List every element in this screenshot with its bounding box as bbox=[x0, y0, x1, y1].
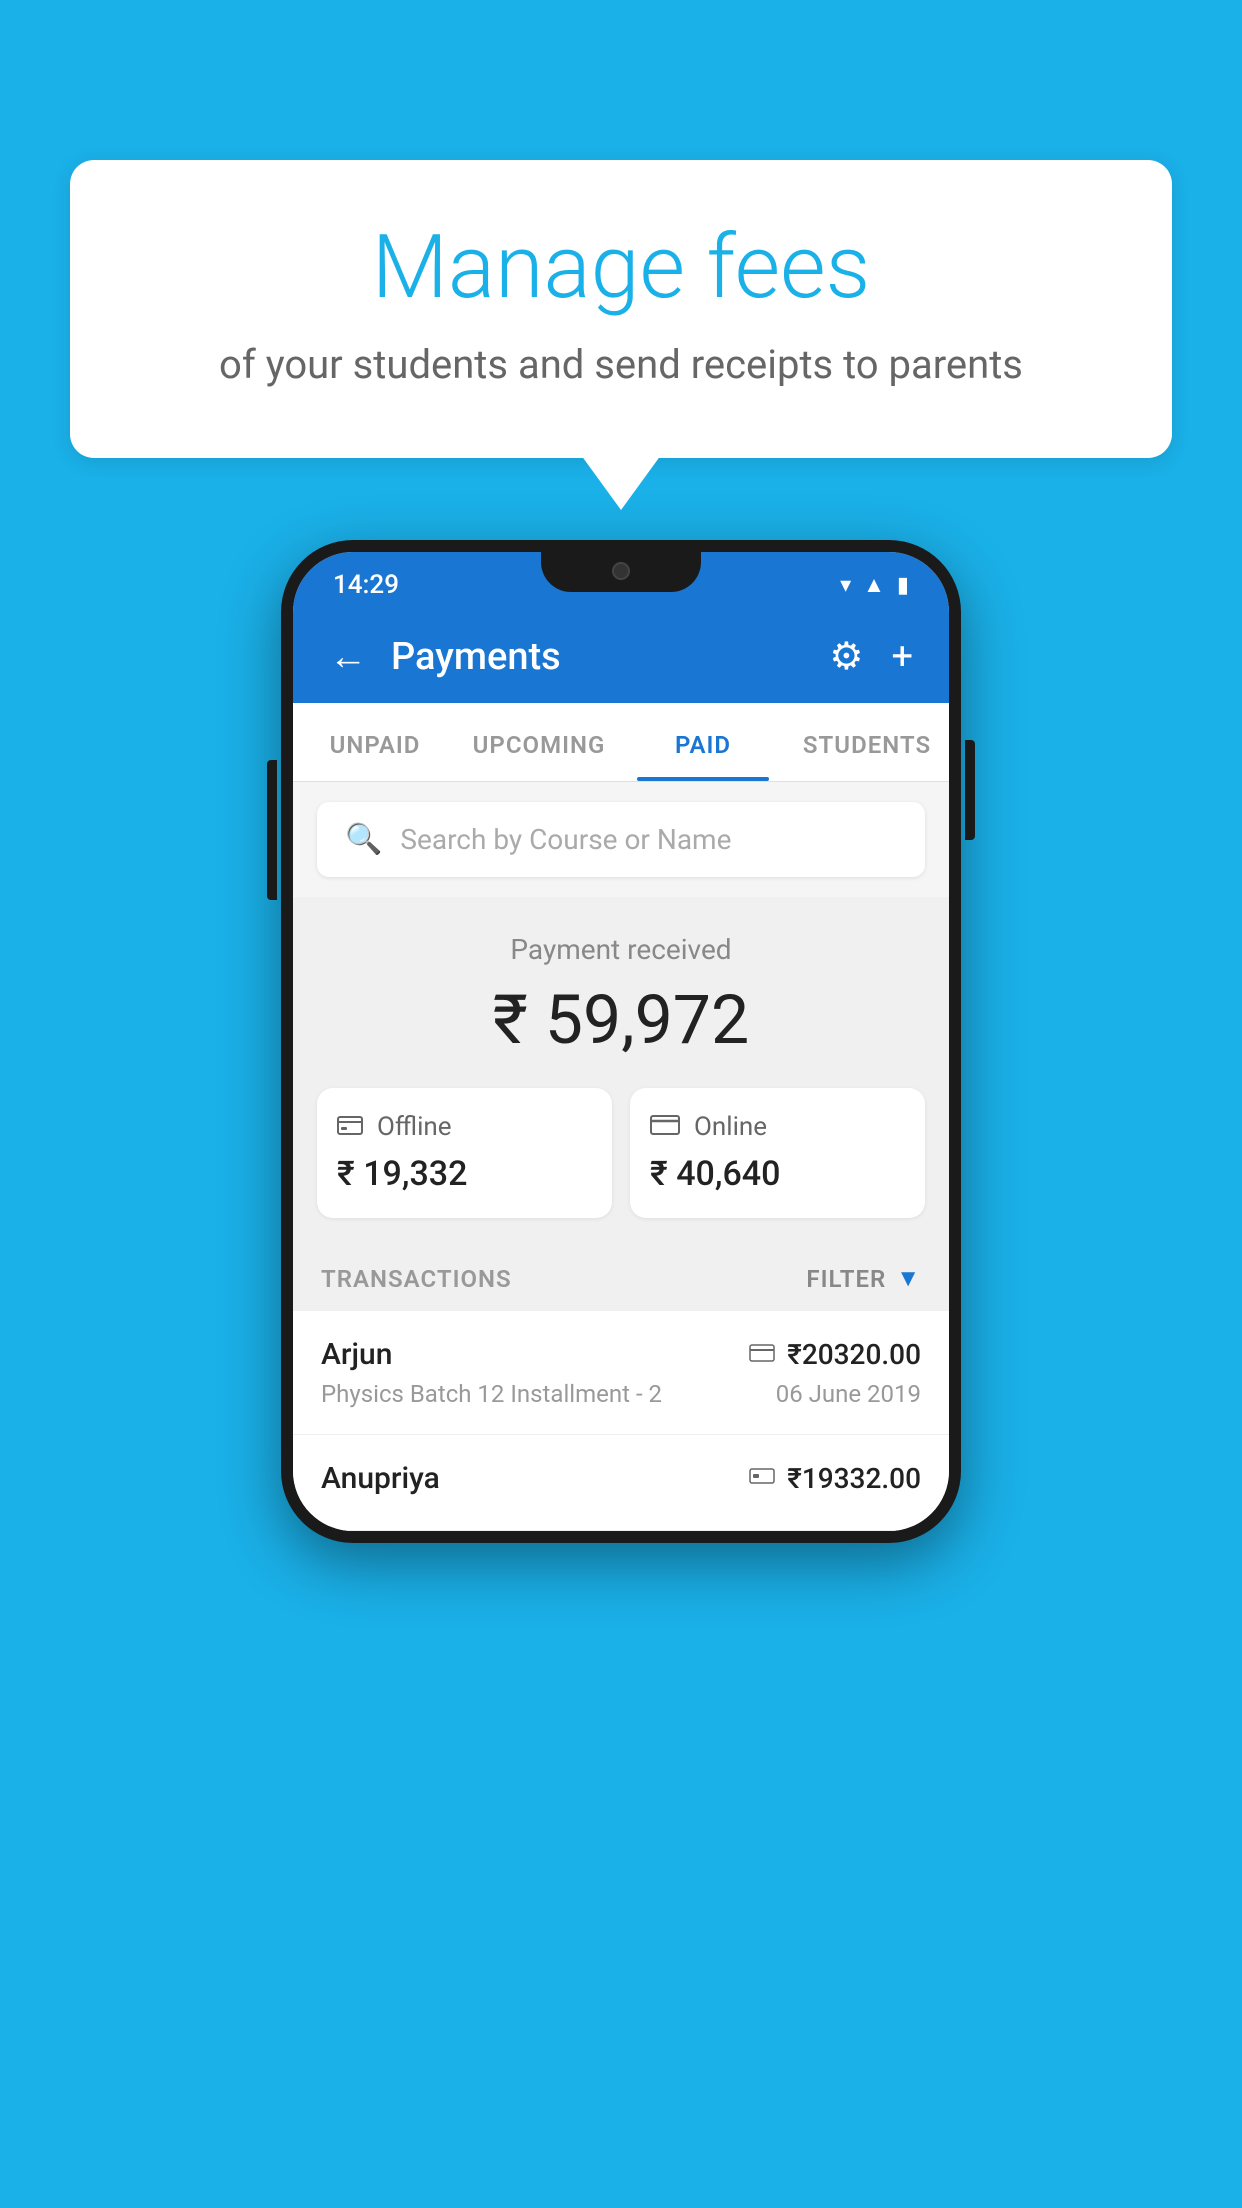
online-card: Online ₹ 40,640 bbox=[630, 1088, 925, 1218]
transaction-row[interactable]: Anupriya ₹19332.00 bbox=[293, 1435, 949, 1531]
transaction-row-top: Anupriya ₹19332.00 bbox=[321, 1461, 921, 1496]
transaction-cash-icon bbox=[749, 1465, 775, 1493]
phone-screen: 14:29 ▾ ▲ ▮ ← Payments ⚙ + bbox=[293, 552, 949, 1531]
payment-summary: Payment received ₹ 59,972 bbox=[293, 897, 949, 1246]
transaction-course: Physics Batch 12 Installment - 2 bbox=[321, 1380, 662, 1408]
status-time: 14:29 bbox=[333, 570, 399, 600]
online-amount: ₹ 40,640 bbox=[650, 1154, 905, 1194]
online-icon bbox=[650, 1113, 680, 1141]
transactions-list: Arjun ₹20320.00 Physics bbox=[293, 1311, 949, 1531]
transaction-name: Arjun bbox=[321, 1337, 392, 1372]
tab-students[interactable]: STUDENTS bbox=[785, 703, 949, 781]
speech-bubble-container: Manage fees of your students and send re… bbox=[70, 160, 1172, 458]
payment-amount: ₹ 59,972 bbox=[317, 980, 925, 1060]
transaction-row[interactable]: Arjun ₹20320.00 Physics bbox=[293, 1311, 949, 1435]
transactions-header: TRANSACTIONS FILTER ▼ bbox=[293, 1246, 949, 1311]
app-bar: ← Payments ⚙ + bbox=[293, 610, 949, 703]
transaction-card-icon bbox=[749, 1341, 775, 1369]
tab-paid[interactable]: PAID bbox=[621, 703, 785, 781]
phone-device: 14:29 ▾ ▲ ▮ ← Payments ⚙ + bbox=[281, 540, 961, 1543]
app-bar-left: ← Payments bbox=[329, 635, 561, 679]
app-bar-title: Payments bbox=[391, 635, 561, 679]
phone-notch bbox=[541, 552, 701, 592]
filter-label: FILTER bbox=[806, 1265, 886, 1293]
tab-upcoming[interactable]: UPCOMING bbox=[457, 703, 621, 781]
tab-unpaid[interactable]: UNPAID bbox=[293, 703, 457, 781]
app-bar-right: ⚙ + bbox=[829, 634, 913, 679]
front-camera bbox=[612, 562, 630, 580]
back-button[interactable]: ← bbox=[329, 635, 367, 679]
transaction-row-bottom: Physics Batch 12 Installment - 2 06 June… bbox=[321, 1380, 921, 1408]
offline-card-header: Offline bbox=[337, 1112, 592, 1142]
transaction-amount-2: ₹19332.00 bbox=[787, 1462, 921, 1495]
status-icons: ▾ ▲ ▮ bbox=[840, 572, 909, 598]
offline-card: Offline ₹ 19,332 bbox=[317, 1088, 612, 1218]
offline-amount: ₹ 19,332 bbox=[337, 1154, 592, 1194]
offline-type: Offline bbox=[377, 1112, 452, 1142]
transaction-amount-wrap: ₹20320.00 bbox=[749, 1338, 921, 1371]
add-button[interactable]: + bbox=[891, 635, 913, 679]
filter-button[interactable]: FILTER ▼ bbox=[806, 1264, 921, 1293]
signal-icon: ▲ bbox=[863, 572, 885, 598]
settings-button[interactable]: ⚙ bbox=[829, 634, 863, 679]
bubble-subtitle: of your students and send receipts to pa… bbox=[150, 341, 1092, 388]
transaction-amount: ₹20320.00 bbox=[787, 1338, 921, 1371]
search-placeholder: Search by Course or Name bbox=[400, 823, 731, 856]
transaction-row-top: Arjun ₹20320.00 bbox=[321, 1337, 921, 1372]
bubble-title: Manage fees bbox=[150, 220, 1092, 317]
search-container: 🔍 Search by Course or Name bbox=[293, 782, 949, 897]
tabs-container: UNPAID UPCOMING PAID STUDENTS bbox=[293, 703, 949, 782]
payment-cards: Offline ₹ 19,332 Online bbox=[317, 1088, 925, 1218]
phone-container: 14:29 ▾ ▲ ▮ ← Payments ⚙ + bbox=[281, 540, 961, 1543]
speech-bubble: Manage fees of your students and send re… bbox=[70, 160, 1172, 458]
search-bar[interactable]: 🔍 Search by Course or Name bbox=[317, 802, 925, 877]
payment-label: Payment received bbox=[317, 933, 925, 966]
wifi-icon: ▾ bbox=[840, 573, 851, 598]
offline-icon bbox=[337, 1113, 363, 1141]
online-card-header: Online bbox=[650, 1112, 905, 1142]
transaction-name-2: Anupriya bbox=[321, 1461, 440, 1496]
online-type: Online bbox=[694, 1112, 767, 1142]
battery-icon: ▮ bbox=[897, 573, 909, 598]
transaction-date: 06 June 2019 bbox=[776, 1380, 921, 1408]
transactions-label: TRANSACTIONS bbox=[321, 1265, 512, 1293]
search-icon: 🔍 bbox=[345, 822, 382, 857]
filter-icon: ▼ bbox=[896, 1264, 921, 1293]
transaction-amount-wrap-2: ₹19332.00 bbox=[749, 1462, 921, 1495]
